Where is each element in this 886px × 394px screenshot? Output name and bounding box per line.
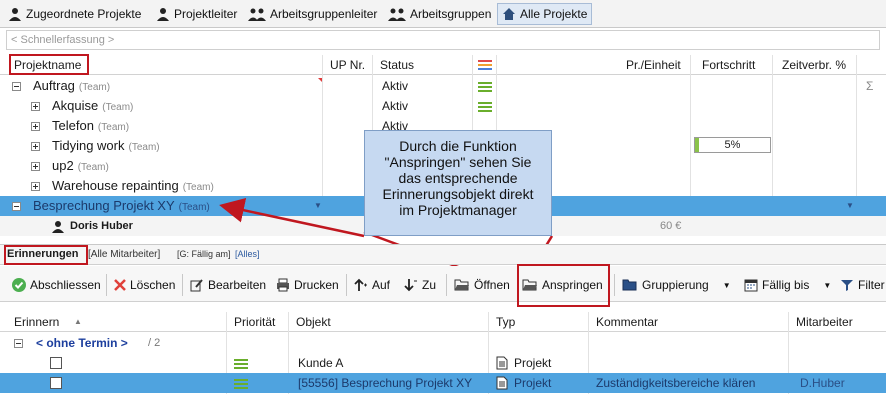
print-button[interactable]: Drucken	[276, 276, 339, 294]
document-icon	[496, 376, 508, 390]
button-label: Auf	[372, 278, 391, 292]
filter-button[interactable]: Filter	[840, 276, 885, 294]
printer-icon	[277, 278, 289, 292]
column-erinnern[interactable]: Erinnern	[10, 312, 59, 332]
calendar-icon	[744, 279, 758, 292]
button-label: Fällig bis	[762, 278, 810, 292]
group-count: / 2	[148, 337, 161, 349]
group-label: < ohne Termin >	[36, 336, 128, 350]
button-label: Drucken	[294, 278, 339, 292]
filter-all[interactable]: [Alles]	[235, 249, 260, 259]
filter-due[interactable]: [G: Fällig am]	[177, 249, 231, 259]
callout-line: Erinnerungsobjekt direkt	[382, 186, 534, 202]
column-typ[interactable]: Typ	[492, 312, 515, 332]
chevron-down-icon[interactable]: ▼	[823, 281, 831, 290]
callout-line: "Anspringen" sehen Sie	[384, 154, 532, 170]
edit-button[interactable]: Bearbeiten	[190, 276, 266, 294]
arrow-to-project	[219, 197, 365, 238]
group-row[interactable]: < ohne Termin > / 2	[0, 333, 886, 353]
column-kommentar[interactable]: Kommentar	[592, 312, 658, 332]
due-until-button[interactable]: Fällig bis ▼	[744, 276, 831, 294]
callout-note: Durch die Funktion "Anspringen" sehen Si…	[364, 130, 552, 236]
reminder-row[interactable]: Kunde A Projekt	[0, 353, 886, 373]
folder-group-icon	[622, 279, 637, 291]
priority-icon	[234, 379, 248, 389]
filter-icon	[841, 280, 853, 291]
toolbar-separator	[346, 274, 347, 296]
reminder-type: Projekt	[514, 356, 552, 370]
button-label: Löschen	[130, 278, 176, 292]
toolbar-separator	[182, 274, 183, 296]
arrow-up-icon	[354, 278, 367, 291]
callout-line: Durch die Funktion	[399, 138, 517, 154]
column-mitarbeiter[interactable]: Mitarbeiter	[792, 312, 853, 332]
move-down-button[interactable]: Zu	[404, 276, 436, 294]
folder-open-icon	[454, 279, 469, 291]
reminders-toolbar: Abschliessen Löschen Bearbeiten Drucken …	[0, 266, 886, 302]
reminders-header: Erinnerungen [Alle Mitarbeiter] [G: Fäll…	[0, 244, 886, 265]
callout-line: im Projektmanager	[399, 202, 517, 218]
document-icon	[496, 356, 508, 370]
toolbar-separator	[446, 274, 447, 296]
open-button[interactable]: Öffnen	[454, 276, 510, 294]
column-objekt[interactable]: Objekt	[292, 312, 331, 332]
reminder-row-selected[interactable]: [55556] Besprechung Projekt XY Projekt Z…	[0, 373, 886, 393]
button-label: Gruppierung	[642, 278, 709, 292]
button-label: Filter	[858, 278, 885, 292]
button-label: Bearbeiten	[208, 278, 267, 292]
grouping-button[interactable]: Gruppierung ▼	[622, 276, 731, 294]
filter-employees[interactable]: [Alle Mitarbeiter]	[88, 249, 160, 260]
highlight-anspringen	[517, 264, 610, 307]
reminder-checkbox[interactable]	[50, 377, 62, 389]
highlight-erinnerungen	[4, 245, 88, 265]
reminders-grid-header: Erinnern ▲ Priorität Objekt Typ Kommenta…	[0, 312, 886, 332]
sort-ascending-icon: ▲	[74, 317, 82, 326]
collapse-toggle[interactable]	[14, 339, 23, 348]
reminder-object: Kunde A	[298, 356, 344, 370]
reminder-object: [55556] Besprechung Projekt XY	[298, 376, 473, 390]
toolbar-separator	[106, 274, 107, 296]
reminder-checkbox[interactable]	[50, 357, 62, 369]
chevron-down-icon[interactable]: ▼	[723, 281, 731, 290]
button-label: Zu	[422, 278, 437, 292]
highlight-projektname	[9, 54, 89, 75]
toolbar-separator	[614, 274, 615, 296]
callout-line: das entsprechende	[398, 170, 518, 186]
arrow-down-icon	[404, 279, 417, 292]
move-up-button[interactable]: Auf	[354, 276, 390, 294]
reminder-employee: D.Huber	[800, 376, 845, 390]
priority-icon	[234, 359, 248, 369]
button-label: Öffnen	[474, 278, 510, 292]
close-reminder-button[interactable]: Abschliessen	[12, 276, 101, 294]
reminder-type: Projekt	[514, 376, 552, 390]
button-label: Abschliessen	[30, 278, 101, 292]
column-prioritaet[interactable]: Priorität	[230, 312, 275, 332]
check-circle-icon	[12, 278, 26, 292]
reminder-comment: Zuständigkeitsbereiche klären	[596, 376, 756, 390]
edit-pencil-icon	[190, 279, 203, 292]
delete-button[interactable]: Löschen	[114, 276, 175, 294]
delete-x-icon	[114, 279, 126, 291]
